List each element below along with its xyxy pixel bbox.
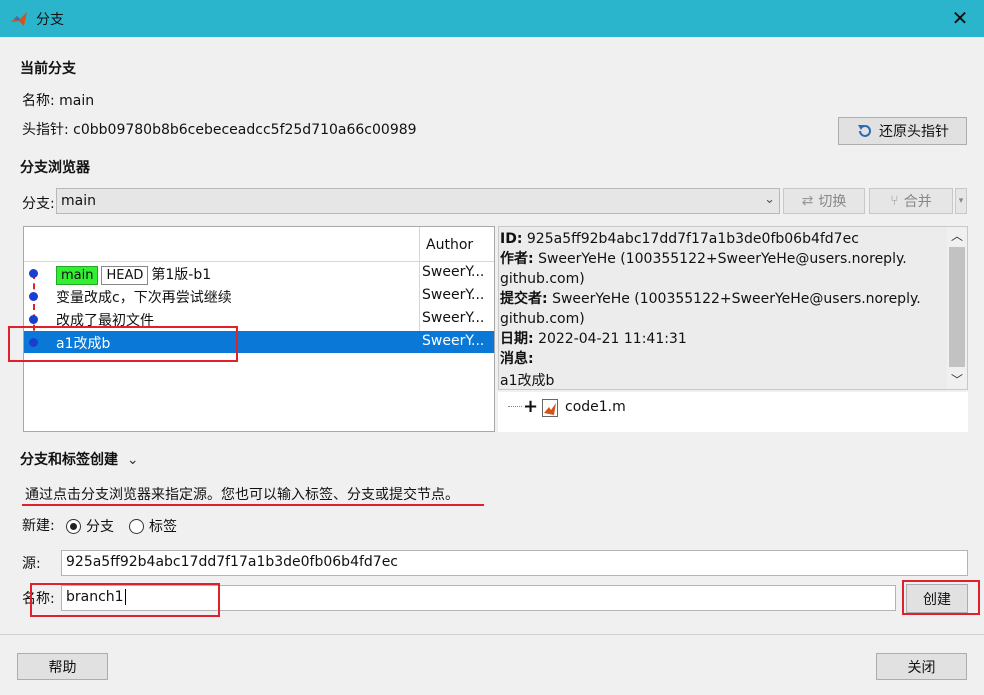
create-heading[interactable]: 分支和标签创建 ⌄ — [20, 449, 139, 469]
radio-on-icon[interactable] — [66, 518, 81, 534]
head-pointer: 头指针: c0bb09780b8b6cebeceadcc5f25d710a66c… — [22, 119, 417, 139]
details-scrollbar[interactable]: ︿ ﹀ — [947, 227, 967, 389]
commit-row[interactable]: 变量改成c，下次再尝试继续 SweerY... — [24, 285, 494, 308]
commit-row[interactable]: main HEAD 第1版-b1 SweerY... — [24, 262, 494, 285]
author-value-cont: github.com) — [500, 271, 585, 287]
matlab-logo-icon — [11, 11, 27, 26]
message-label: 消息: — [500, 351, 534, 367]
chevron-down-icon: ⌄ — [764, 192, 775, 207]
tag-radio[interactable]: 标签 — [129, 516, 177, 536]
new-label: 新建: — [22, 518, 55, 534]
head-label: 头指针: — [22, 122, 69, 138]
branch-select[interactable]: main ⌄ — [56, 188, 780, 214]
commit-author: SweerY... — [422, 310, 485, 326]
branch-radio[interactable]: 分支 — [66, 516, 114, 536]
merge-icon: ⑂ — [890, 193, 899, 209]
id-label: ID: — [500, 231, 523, 247]
undo-icon — [858, 125, 871, 137]
hint-underline — [22, 504, 484, 506]
highlight-selected-commit — [8, 326, 238, 362]
create-heading-text: 分支和标签创建 — [20, 452, 118, 468]
scroll-down-icon[interactable]: ﹀ — [949, 371, 965, 388]
switch-arrows-icon: ⇄ — [801, 193, 814, 209]
branch-radio-label: 分支 — [86, 519, 114, 535]
title-bar: 分支 ✕ — [0, 0, 984, 37]
expand-plus-icon[interactable]: + — [523, 396, 538, 417]
radio-off-icon[interactable] — [129, 518, 144, 534]
branch-label: 分支: — [22, 196, 55, 212]
name-value: main — [59, 93, 95, 109]
footer-divider — [0, 634, 984, 635]
commit-author: SweerY... — [422, 333, 485, 349]
commit-message-cell: main HEAD 第1版-b1 — [56, 264, 211, 285]
commit-node-icon — [29, 315, 38, 324]
merge-dropdown-button[interactable]: ▾ — [955, 188, 967, 214]
current-branch-name: 名称: main — [22, 90, 94, 110]
switch-label: 切换 — [818, 194, 847, 210]
committer-value: SweerYeHe (100355122+SweerYeHe@users.nor… — [552, 291, 921, 307]
merge-label: 合并 — [903, 194, 932, 210]
chevron-down-icon[interactable]: ⌄ — [127, 452, 139, 468]
commit-node-icon — [29, 292, 38, 301]
author-value: SweerYeHe (100355122+SweerYeHe@users.nor… — [538, 251, 907, 267]
switch-button[interactable]: ⇄ 切换 — [783, 188, 865, 214]
commit-author: SweerY... — [422, 264, 485, 280]
create-hint: 通过点击分支浏览器来指定源。您也可以输入标签、分支或提交节点。 — [25, 487, 459, 503]
main-branch-badge: main — [56, 266, 99, 285]
head-badge: HEAD — [101, 266, 149, 285]
committer-value-cont: github.com) — [500, 311, 585, 327]
tag-radio-label: 标签 — [149, 519, 177, 535]
close-button[interactable]: 关闭 — [876, 653, 967, 680]
scroll-up-icon[interactable]: ︿ — [949, 227, 965, 244]
date-value: 2022-04-21 11:41:31 — [538, 331, 687, 347]
committer-label: 提交者: — [500, 291, 548, 307]
file-name[interactable]: code1.m — [565, 399, 626, 415]
caret-down-icon: ▾ — [958, 196, 964, 206]
current-branch-heading: 当前分支 — [20, 61, 76, 77]
date-label: 日期: — [500, 331, 534, 347]
merge-button[interactable]: ⑂ 合并 — [869, 188, 953, 214]
commit-message: 第1版-b1 — [151, 267, 212, 283]
source-label: 源: — [22, 556, 41, 572]
id-value: 925a5ff92b4abc17dd7f17a1b3de0fb06b4fd7ec — [526, 231, 859, 247]
message-value: a1改成b — [500, 373, 555, 389]
branch-select-value: main — [61, 193, 96, 209]
window-title: 分支 — [36, 11, 64, 28]
branch-browser-heading: 分支浏览器 — [20, 160, 90, 176]
restore-head-button[interactable]: 还原头指针 — [838, 117, 967, 145]
highlight-create-button — [902, 580, 980, 615]
highlight-name-input — [30, 583, 220, 617]
author-column-header[interactable]: Author — [426, 237, 473, 253]
scrollbar-thumb[interactable] — [949, 247, 965, 367]
matlab-file-icon — [542, 399, 558, 417]
commit-details: ID: 925a5ff92b4abc17dd7f17a1b3de0fb06b4f… — [498, 226, 968, 390]
tree-connector — [508, 406, 522, 407]
name-label: 名称: — [22, 93, 55, 109]
commit-author: SweerY... — [422, 287, 485, 303]
head-value: c0bb09780b8b6cebeceadcc5f25d710a66c00989 — [73, 122, 417, 138]
details-text: ID: 925a5ff92b4abc17dd7f17a1b3de0fb06b4f… — [500, 229, 921, 391]
close-icon[interactable]: ✕ — [948, 6, 972, 30]
author-label: 作者: — [500, 251, 534, 267]
commit-node-icon — [29, 269, 38, 278]
changed-files-tree: + code1.m — [498, 392, 968, 432]
commit-message: 变量改成c，下次再尝试继续 — [56, 290, 232, 306]
restore-head-label: 还原头指针 — [879, 124, 949, 140]
source-input[interactable]: 925a5ff92b4abc17dd7f17a1b3de0fb06b4fd7ec — [61, 550, 968, 576]
help-button[interactable]: 帮助 — [17, 653, 108, 680]
